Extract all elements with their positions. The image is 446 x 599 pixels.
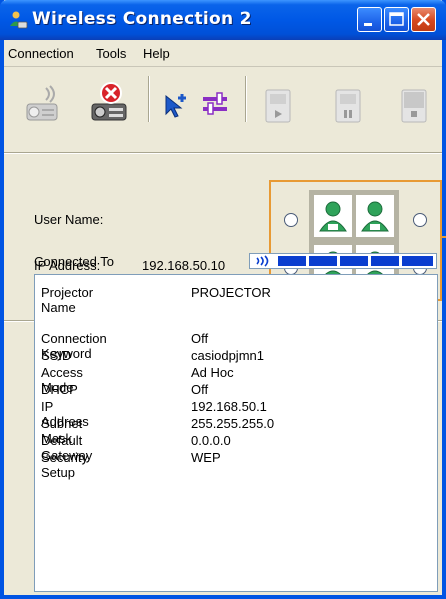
signal-segment	[340, 256, 368, 266]
disconnect-button[interactable]	[88, 80, 130, 122]
play-icon	[265, 89, 291, 123]
detail-value: casiodpjmn1	[191, 348, 264, 363]
toolbar	[8, 68, 438, 152]
panel-callout-line	[442, 236, 446, 238]
window-title: Wireless Connection 2	[32, 9, 252, 29]
detail-value: 192.168.50.1	[191, 399, 267, 414]
detail-value: WEP	[191, 450, 221, 465]
signal-segment	[402, 256, 433, 266]
projector-search-icon	[26, 85, 58, 121]
maximize-icon	[389, 12, 404, 26]
divider	[4, 152, 442, 154]
pause-icon	[335, 89, 361, 123]
detail-value: Ad Hoc	[191, 365, 234, 380]
detail-value: 0.0.0.0	[191, 433, 231, 448]
settings-button[interactable]	[200, 90, 242, 132]
projector-info-panel: Projector Name PROJECTOR Connection Keyw…	[34, 274, 438, 592]
menu-bar: Connection Tools Help	[4, 40, 442, 67]
user-icon	[361, 201, 389, 232]
detail-value: Off	[191, 382, 209, 397]
detail-key: DHCP	[41, 382, 78, 397]
stop-button[interactable]	[394, 86, 436, 128]
title-bar[interactable]: Wireless Connection 2	[0, 0, 446, 40]
position-radio-top-left[interactable]	[284, 213, 298, 227]
connected-to-label: Connected To	[34, 254, 114, 269]
app-icon	[10, 11, 28, 29]
search-projector-button[interactable]	[22, 84, 64, 126]
play-button[interactable]	[258, 86, 300, 128]
ip-address-value: 192.168.50.10	[142, 258, 226, 273]
screen-cell-1[interactable]	[314, 195, 352, 237]
user-icon	[319, 201, 347, 232]
projector-name-label: Projector Name	[41, 285, 94, 315]
close-button[interactable]	[411, 7, 436, 32]
minimize-icon	[364, 23, 372, 26]
wireless-signal-icon	[253, 255, 275, 267]
maximize-button[interactable]	[384, 7, 409, 32]
toolbar-separator	[245, 76, 247, 122]
projector-disconnect-icon	[91, 82, 127, 121]
detail-value: Off	[191, 331, 209, 346]
detail-key: SSID	[41, 348, 72, 363]
screen-cell-2[interactable]	[356, 195, 394, 237]
pause-button[interactable]	[328, 86, 370, 128]
detail-key: Security Setup	[41, 450, 88, 480]
user-name-label: User Name:	[34, 212, 104, 227]
menu-tools[interactable]: Tools	[96, 46, 126, 61]
projector-name-value: PROJECTOR	[191, 285, 271, 300]
close-icon	[417, 13, 430, 26]
detail-value: 255.255.255.0	[191, 416, 275, 431]
toolbar-separator	[148, 76, 150, 122]
signal-segment	[278, 256, 306, 266]
cursor-plus-icon	[165, 94, 186, 118]
minimize-button[interactable]	[357, 7, 382, 32]
signal-segment	[371, 256, 399, 266]
settings-sliders-icon	[203, 92, 227, 115]
signal-segment	[309, 256, 337, 266]
menu-help[interactable]: Help	[143, 46, 170, 61]
position-radio-top-right[interactable]	[413, 213, 427, 227]
signal-strength-bar	[249, 253, 437, 269]
pointer-button[interactable]	[160, 90, 202, 132]
menu-connection[interactable]: Connection	[8, 46, 74, 61]
main-window: Wireless Connection 2 Connection Tools H…	[0, 0, 446, 599]
stop-icon	[401, 89, 427, 123]
